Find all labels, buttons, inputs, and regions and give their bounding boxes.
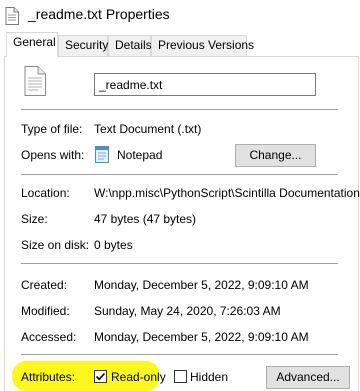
- separator: [21, 109, 338, 110]
- modified-label: Modified:: [21, 304, 70, 318]
- tab-security[interactable]: Security: [58, 35, 108, 56]
- title-bar[interactable]: _readme.txt Properties: [0, 0, 360, 31]
- separator: [21, 263, 338, 264]
- document-icon: [24, 66, 46, 96]
- file-name-input[interactable]: _readme.txt: [94, 73, 316, 96]
- window-title: _readme.txt Properties: [28, 6, 170, 22]
- separator: [21, 174, 338, 175]
- location-label: Location:: [21, 186, 70, 200]
- size-label: Size:: [21, 212, 48, 226]
- created-value: Monday, December 5, 2022, 9:09:10 AM: [94, 278, 309, 292]
- modified-value: Sunday, May 24, 2020, 7:26:03 AM: [94, 304, 281, 318]
- tab-general[interactable]: General: [6, 32, 58, 57]
- tab-strip: General Security Details Previous Versio…: [0, 31, 360, 57]
- separator: [21, 354, 338, 355]
- checkmark-icon: [95, 372, 106, 381]
- advanced-button[interactable]: Advanced...: [266, 366, 350, 389]
- read-only-checkbox[interactable]: [94, 370, 107, 383]
- accessed-value: Monday, December 5, 2022, 9:09:10 AM: [94, 330, 309, 344]
- location-value: W:\npp.misc\PythonScript\Scintilla Docum…: [94, 186, 360, 200]
- size-on-disk-label: Size on disk:: [21, 238, 90, 252]
- size-on-disk-value: 0 bytes: [94, 238, 133, 252]
- tab-previous-versions[interactable]: Previous Versions: [151, 35, 254, 56]
- tab-details[interactable]: Details: [108, 35, 152, 56]
- type-of-file-value: Text Document (.txt): [94, 122, 202, 136]
- opens-with-value: Notepad: [117, 148, 163, 162]
- hidden-checkbox[interactable]: [174, 370, 187, 383]
- notepad-icon: [95, 146, 109, 163]
- type-of-file-label: Type of file:: [21, 122, 83, 136]
- change-button[interactable]: Change...: [235, 144, 316, 167]
- hidden-label[interactable]: Hidden: [190, 370, 228, 384]
- size-value: 47 bytes (47 bytes): [94, 212, 197, 226]
- accessed-label: Accessed:: [21, 330, 77, 344]
- text-file-icon: [5, 7, 19, 25]
- created-label: Created:: [21, 278, 68, 292]
- opens-with-label: Opens with:: [21, 148, 85, 162]
- attributes-label: Attributes:: [21, 370, 76, 384]
- read-only-label[interactable]: Read-only: [111, 370, 166, 384]
